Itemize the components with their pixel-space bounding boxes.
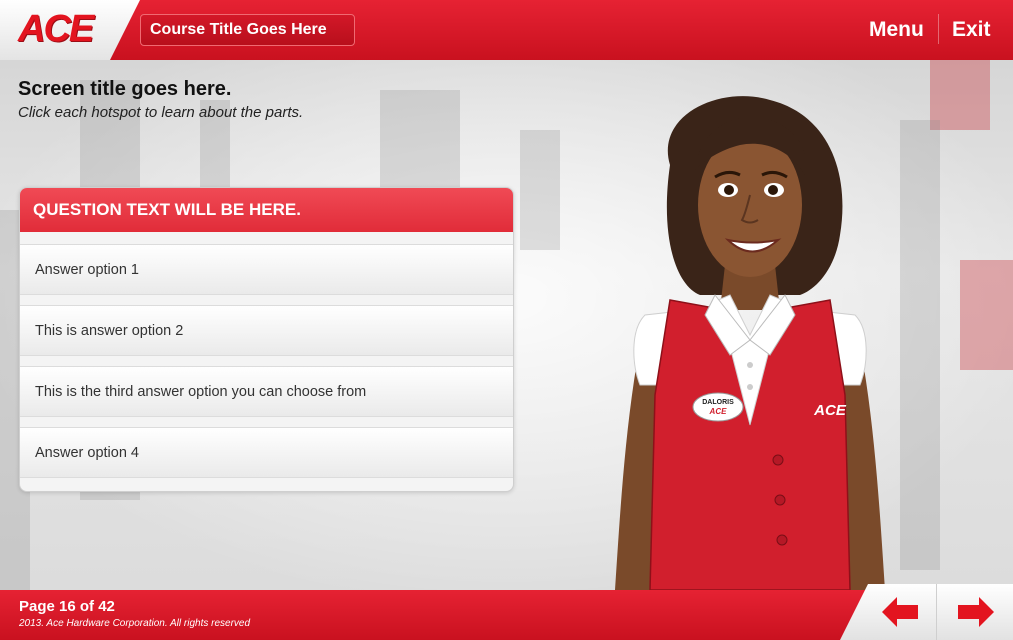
vest-button	[772, 454, 784, 466]
ace-logo: ACE	[18, 8, 94, 50]
answer-option-1[interactable]: Answer option 1	[20, 244, 513, 295]
vest-button	[774, 494, 786, 506]
name-badge-label: DALORIS	[702, 399, 734, 406]
answer-option-3[interactable]: This is the third answer option you can …	[20, 366, 513, 417]
question-text: QUESTION TEXT WILL BE HERE.	[20, 188, 513, 232]
previous-button[interactable]	[882, 597, 918, 627]
shirt-button	[747, 384, 753, 390]
course-title: Course Title Goes Here	[140, 14, 355, 46]
vest-button	[776, 534, 788, 546]
badge-logo: ACE	[709, 407, 728, 416]
answer-option-4[interactable]: Answer option 4	[20, 427, 513, 478]
logo-tab: ACE	[0, 0, 140, 60]
copyright-text: 2013. Ace Hardware Corporation. All righ…	[19, 618, 251, 629]
right-arrow-icon	[958, 597, 994, 627]
page-indicator: Page 16 of 42	[19, 598, 115, 615]
character-illustration: DALORIS ACE ACE	[615, 96, 885, 590]
answer-option-2[interactable]: This is answer option 2	[20, 305, 513, 356]
vest-logo: ACE	[813, 402, 847, 419]
header-divider	[938, 14, 939, 44]
next-button[interactable]	[958, 597, 994, 627]
arrow-divider	[936, 584, 937, 640]
exit-button[interactable]: Exit	[952, 0, 991, 60]
menu-button[interactable]: Menu	[869, 0, 924, 60]
left-arrow-icon	[882, 597, 918, 627]
screen-title: Screen title goes here.	[18, 78, 232, 100]
shirt-button	[747, 362, 753, 368]
question-panel: QUESTION TEXT WILL BE HERE. Answer optio…	[19, 187, 514, 492]
top-bar: ACE Course Title Goes Here Menu Exit	[0, 0, 1013, 60]
screen-subtitle: Click each hotspot to learn about the pa…	[18, 104, 304, 121]
